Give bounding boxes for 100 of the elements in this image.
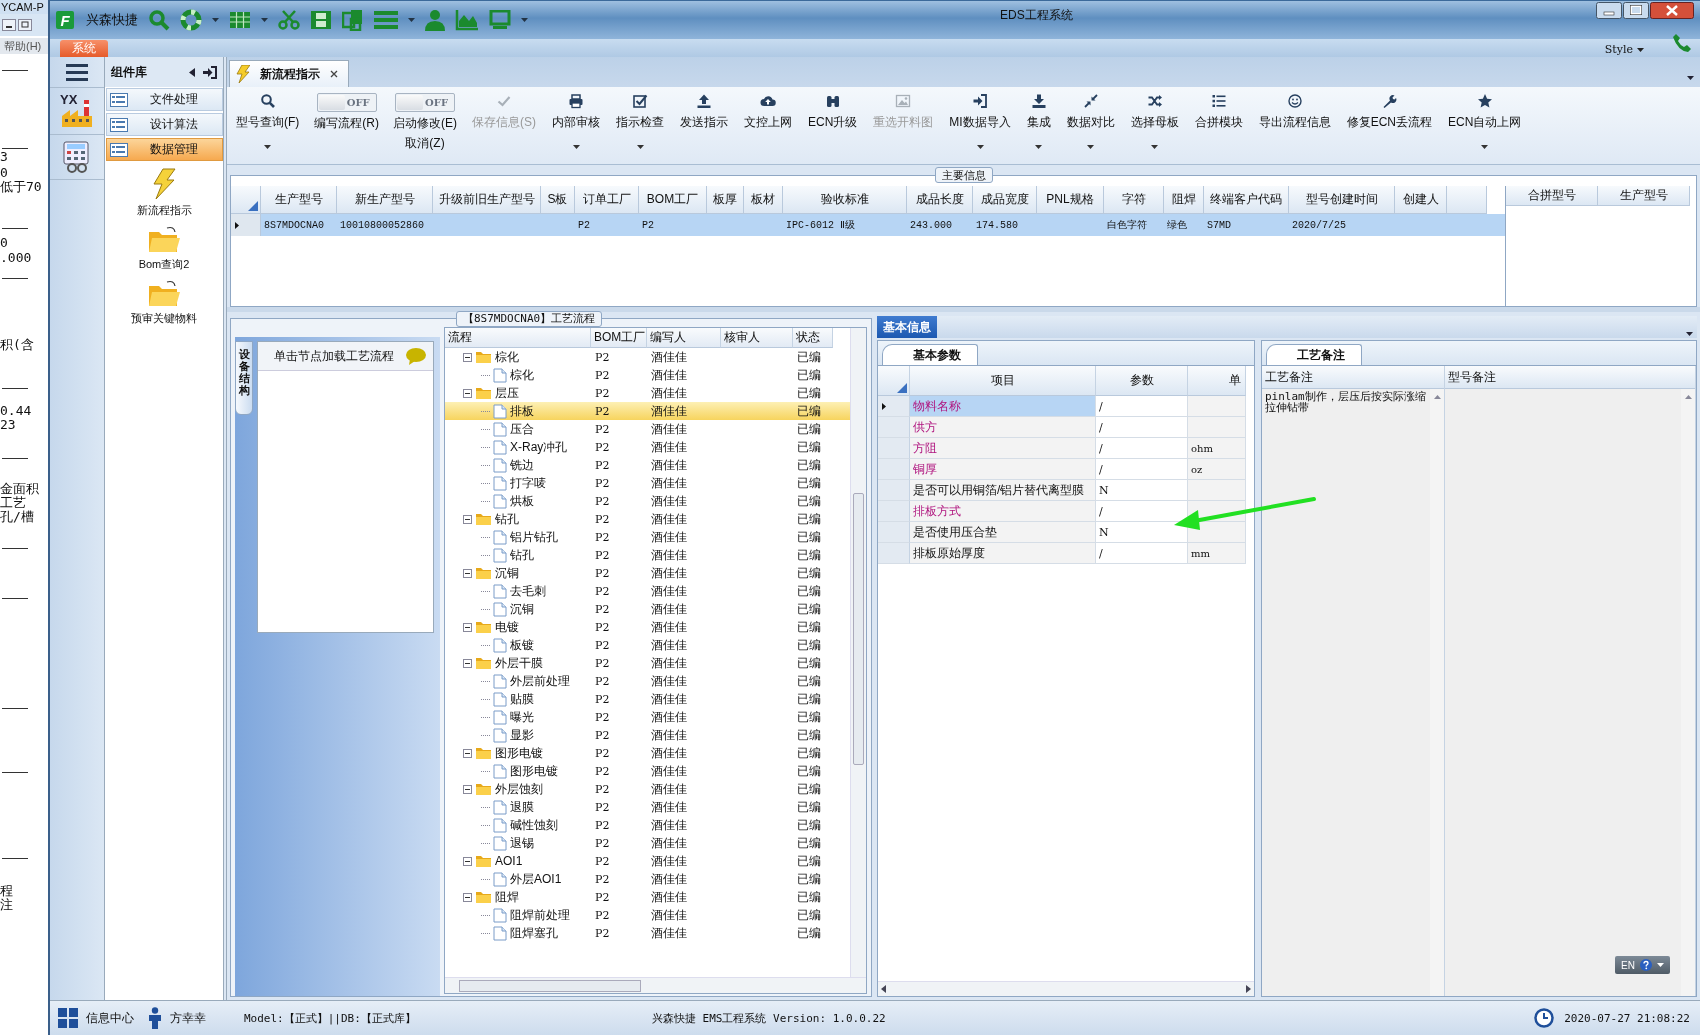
- category-item[interactable]: 数据管理: [106, 138, 223, 161]
- toolbar-button[interactable]: 内部审核: [547, 91, 605, 157]
- column-header[interactable]: 项目: [910, 366, 1096, 396]
- tree-row[interactable]: 棕化 P2 酒佳佳 已编: [445, 366, 850, 384]
- column-header[interactable]: 单: [1188, 366, 1246, 396]
- close-icon[interactable]: [330, 70, 338, 78]
- table-row[interactable]: 8S7MDOCNA0 10010800052860 P2 P2 IPC-6012 Ⅱ级 243.000 174.580 白色字符 绿色 S7MD 2020/7/25: [231, 214, 1505, 236]
- toolbar-button[interactable]: 型号查询(F): [231, 91, 305, 157]
- column-header[interactable]: 状态: [793, 328, 833, 348]
- column-header[interactable]: 终端客户代码: [1204, 186, 1289, 214]
- tree-row[interactable]: 钻孔 P2 酒佳佳 已编: [445, 510, 850, 528]
- column-header[interactable]: 生产型号: [261, 186, 337, 214]
- scrollbar[interactable]: [850, 328, 866, 977]
- column-header[interactable]: 型号备注: [1445, 366, 1695, 389]
- document-tab[interactable]: 新流程指示: [229, 60, 349, 87]
- tree-row[interactable]: 退膜 P2 酒佳佳 已编: [445, 798, 850, 816]
- collapse-icon[interactable]: [463, 892, 472, 902]
- collapse-icon[interactable]: [463, 784, 472, 794]
- tree-row[interactable]: 棕化 P2 酒佳佳 已编: [445, 348, 850, 366]
- tree-row[interactable]: 外层蚀刻 P2 酒佳佳 已编: [445, 780, 850, 798]
- scroll-up-icon[interactable]: [1433, 395, 1441, 399]
- column-header[interactable]: BOM工厂: [639, 186, 707, 214]
- panel-tab[interactable]: 基本参数: [882, 344, 978, 365]
- column-header[interactable]: 板厚: [707, 186, 744, 214]
- component-item[interactable]: 预审关键物料: [131, 311, 197, 326]
- column-header[interactable]: 成品宽度: [973, 186, 1037, 214]
- tree-row[interactable]: 沉铜 P2 酒佳佳 已编: [445, 564, 850, 582]
- component-item[interactable]: Bom查询2: [138, 257, 190, 272]
- menu-item[interactable]: 帮助(H): [0, 38, 48, 54]
- table-row[interactable]: 物料名称 /: [878, 396, 1254, 417]
- table-row[interactable]: 供方 /: [878, 417, 1254, 438]
- tree-row[interactable]: 外层AOI1 P2 酒佳佳 已编: [445, 870, 850, 888]
- toolbar-button[interactable]: 集成: [1021, 91, 1056, 157]
- toolbar-button[interactable]: ECN自动上网: [1443, 91, 1527, 157]
- column-header[interactable]: PNL规格: [1037, 186, 1104, 214]
- tree-row[interactable]: X-Ray冲孔 P2 酒佳佳 已编: [445, 438, 850, 456]
- tree-row[interactable]: 阻焊前处理 P2 酒佳佳 已编: [445, 906, 850, 924]
- table-row[interactable]: 是否可以用铜箔/铝片替代离型膜 N: [878, 480, 1254, 501]
- maximize-icon[interactable]: [1623, 2, 1649, 19]
- lifebuoy-icon[interactable]: [180, 9, 202, 31]
- help-icon[interactable]: [1640, 959, 1652, 971]
- column-header[interactable]: 阻焊: [1164, 186, 1204, 214]
- collapse-icon[interactable]: [463, 568, 472, 578]
- tree-row[interactable]: 板镀 P2 酒佳佳 已编: [445, 636, 850, 654]
- tree-row[interactable]: 碱性蚀刻 P2 酒佳佳 已编: [445, 816, 850, 834]
- toolbar-button[interactable]: 数据对比: [1061, 91, 1120, 157]
- column-header[interactable]: BOM工厂: [591, 328, 647, 348]
- restore-icon[interactable]: [18, 19, 32, 31]
- grid-icon[interactable]: [58, 1008, 78, 1028]
- collapse-icon[interactable]: [463, 352, 472, 362]
- table-row[interactable]: 是否使用压合垫 N: [878, 522, 1254, 543]
- toolbar-button[interactable]: 修复ECN丢流程: [1341, 91, 1438, 157]
- menu-icon[interactable]: [66, 63, 88, 81]
- tree-row[interactable]: 压合 P2 酒佳佳 已编: [445, 420, 850, 438]
- tree-row[interactable]: 曝光 P2 酒佳佳 已编: [445, 708, 850, 726]
- tree-row[interactable]: 显影 P2 酒佳佳 已编: [445, 726, 850, 744]
- panel-tab[interactable]: 工艺备注: [1266, 344, 1362, 365]
- toolbar-button[interactable]: 指示检查: [611, 91, 669, 157]
- tree-row[interactable]: 去毛刺 P2 酒佳佳 已编: [445, 582, 850, 600]
- scroll-up-icon[interactable]: [1684, 395, 1692, 399]
- tree-row[interactable]: 铝片钻孔 P2 酒佳佳 已编: [445, 528, 850, 546]
- toolbar-button[interactable]: 选择母板: [1125, 91, 1184, 157]
- category-item[interactable]: 设计算法: [106, 113, 223, 136]
- column-header[interactable]: 板材: [744, 186, 783, 214]
- tree-row[interactable]: 打字唛 P2 酒佳佳 已编: [445, 474, 850, 492]
- column-header[interactable]: 生产型号: [1598, 186, 1690, 206]
- tree-row[interactable]: 退锡 P2 酒佳佳 已编: [445, 834, 850, 852]
- tree-row[interactable]: 烘板 P2 酒佳佳 已编: [445, 492, 850, 510]
- tree-row[interactable]: 排板 P2 酒佳佳 已编: [445, 402, 850, 420]
- column-header[interactable]: 创建人: [1395, 186, 1447, 214]
- column-header[interactable]: 参数: [1096, 366, 1188, 396]
- tree-row[interactable]: 图形电镀 P2 酒佳佳 已编: [445, 744, 850, 762]
- collapse-icon[interactable]: [463, 658, 472, 668]
- style-menu[interactable]: Style: [1604, 43, 1633, 56]
- tree-row[interactable]: 图形电镀 P2 酒佳佳 已编: [445, 762, 850, 780]
- table-row[interactable]: 铜厚 / oz: [878, 459, 1254, 480]
- column-header[interactable]: 成品长度: [907, 186, 973, 214]
- collapse-icon[interactable]: [463, 388, 472, 398]
- column-header[interactable]: 验收标准: [783, 186, 907, 214]
- tree-row[interactable]: 铣边 P2 酒佳佳 已编: [445, 456, 850, 474]
- column-header[interactable]: 工艺备注: [1262, 366, 1444, 389]
- tree-row[interactable]: 层压 P2 酒佳佳 已编: [445, 384, 850, 402]
- film-icon[interactable]: [310, 9, 332, 31]
- toggle-switch[interactable]: OFF: [316, 93, 377, 112]
- collapse-icon[interactable]: [463, 748, 472, 758]
- right-arrow-icon[interactable]: [1246, 985, 1251, 993]
- table-row[interactable]: 方阻 / ohm: [878, 438, 1254, 459]
- column-header[interactable]: 流程: [445, 328, 591, 348]
- close-icon[interactable]: [1650, 2, 1694, 19]
- collapse-icon[interactable]: [463, 514, 472, 524]
- column-header[interactable]: 核审人: [721, 328, 793, 348]
- calculator-icon[interactable]: [62, 141, 92, 173]
- toolbar-button[interactable]: 导出流程信息: [1253, 91, 1336, 157]
- column-header[interactable]: 字符: [1104, 186, 1164, 214]
- left-arrow-icon[interactable]: [881, 985, 886, 993]
- column-header[interactable]: 订单工厂: [575, 186, 639, 214]
- left-arrow-icon[interactable]: [189, 67, 195, 77]
- tree-row[interactable]: AOI1 P2 酒佳佳 已编: [445, 852, 850, 870]
- table-icon[interactable]: [229, 10, 251, 30]
- tree-row[interactable]: 钻孔 P2 酒佳佳 已编: [445, 546, 850, 564]
